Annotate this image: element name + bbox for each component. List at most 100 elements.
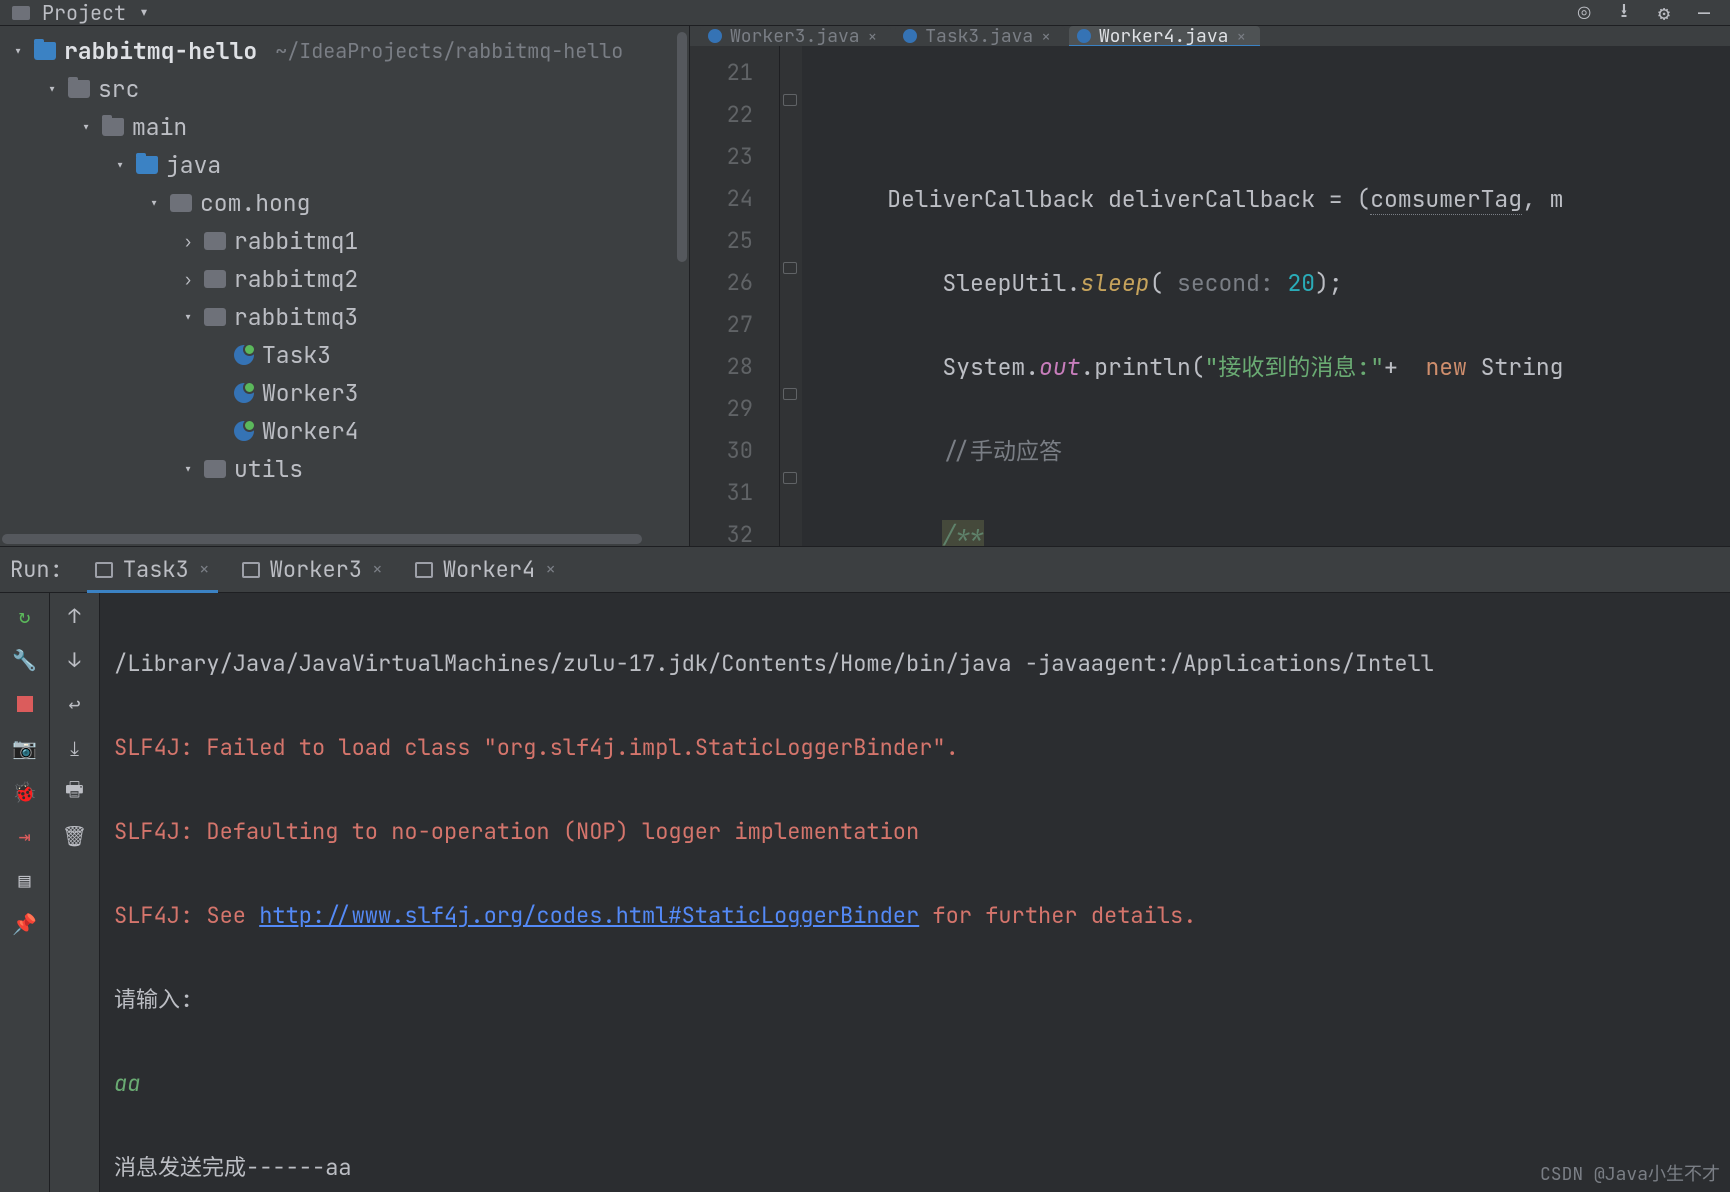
line-number: 21 <box>690 52 753 94</box>
tree-item-main[interactable]: main <box>132 112 187 142</box>
tree-item-java[interactable]: java <box>166 150 221 180</box>
close-icon[interactable]: × <box>372 558 383 581</box>
horizontal-scrollbar[interactable] <box>2 534 642 544</box>
package-icon <box>204 308 226 326</box>
project-root[interactable]: rabbitmq-hello <box>64 36 257 66</box>
code-text: new <box>1425 352 1466 382</box>
down-icon[interactable]: ↓ <box>62 647 88 673</box>
console-error-line: SLF4J: Defaulting to no-operation (NOP) … <box>114 811 1730 853</box>
fold-handle[interactable] <box>783 262 797 274</box>
package-icon <box>170 194 192 212</box>
tree-item-rabbitmq2[interactable]: rabbitmq2 <box>234 264 358 294</box>
hide-icon[interactable]: — <box>1690 3 1718 23</box>
tree-item-worker4[interactable]: Worker4 <box>262 416 359 446</box>
console-error-line: for further details. <box>919 901 1196 930</box>
chevron-down-icon[interactable]: ▾ <box>78 117 94 138</box>
project-path: ~/IdeaProjects/rabbitmq-hello <box>275 38 623 64</box>
class-icon <box>234 345 254 365</box>
package-icon <box>204 232 226 250</box>
pin-icon[interactable]: 📌 <box>12 911 38 937</box>
run-tab-worker4[interactable]: Worker4 × <box>401 547 570 593</box>
close-icon[interactable]: × <box>868 26 878 46</box>
tree-item-src[interactable]: src <box>98 74 139 104</box>
bug-icon[interactable]: 🐞 <box>12 779 38 805</box>
trash-icon[interactable]: 🗑 <box>62 823 88 849</box>
chevron-down-icon[interactable]: ▾ <box>180 307 196 328</box>
editor-tab-worker3[interactable]: Worker3.java × <box>700 26 891 46</box>
code-text: System. <box>942 352 1039 382</box>
tree-item-comhong[interactable]: com.hong <box>200 188 310 218</box>
console-error-line: SLF4J: Failed to load class "org.slf4j.i… <box>114 727 1730 769</box>
line-number: 27 <box>690 304 753 346</box>
chevron-down-icon[interactable]: ▾ <box>112 155 128 176</box>
editor-tab-label: Task3.java <box>925 26 1033 46</box>
line-number: 23 <box>690 136 753 178</box>
tree-item-worker3[interactable]: Worker3 <box>262 378 359 408</box>
rerun-icon[interactable]: ↻ <box>12 603 38 629</box>
close-icon[interactable]: × <box>1236 26 1246 46</box>
wrench-icon[interactable]: 🔧 <box>12 647 38 673</box>
chevron-down-icon[interactable]: ▾ <box>180 459 196 480</box>
package-icon <box>204 460 226 478</box>
close-icon[interactable]: × <box>545 558 556 581</box>
exit-icon[interactable]: ⇥ <box>12 823 38 849</box>
fold-handle[interactable] <box>783 472 797 484</box>
chevron-down-icon[interactable]: ▾ <box>44 79 60 100</box>
fold-handle[interactable] <box>783 94 797 106</box>
line-number: 32 <box>690 514 753 546</box>
run-tab-worker3[interactable]: Worker3 × <box>228 547 397 593</box>
java-file-icon <box>903 29 917 43</box>
tree-item-rabbitmq3[interactable]: rabbitmq3 <box>234 302 358 332</box>
project-dropdown[interactable]: Project <box>42 0 126 26</box>
tree-item-rabbitmq1[interactable]: rabbitmq1 <box>234 226 358 256</box>
locate-icon[interactable]: ◎ <box>1570 3 1598 23</box>
code-text: String <box>1467 352 1564 382</box>
stop-button[interactable] <box>12 691 38 717</box>
close-icon[interactable]: × <box>1041 26 1051 46</box>
code-text: ); <box>1315 268 1343 298</box>
console-link[interactable]: http://www.slf4j.org/codes.html#StaticLo… <box>259 901 919 930</box>
console-line: 消息发送完成------aa <box>114 1147 1730 1189</box>
chevron-down-icon[interactable]: ▾ <box>146 193 162 214</box>
fold-handle[interactable] <box>783 388 797 400</box>
print-icon[interactable]: 🖶 <box>62 779 88 805</box>
run-tab-label: Worker4 <box>443 555 535 584</box>
folder-icon <box>102 118 124 136</box>
console-line: /Library/Java/JavaVirtualMachines/zulu-1… <box>114 643 1730 685</box>
project-tree[interactable]: ▾ rabbitmq-hello ~/IdeaProjects/rabbitmq… <box>0 26 690 546</box>
tree-item-task3[interactable]: Task3 <box>262 340 331 370</box>
gear-icon[interactable]: ⚙ <box>1650 3 1678 23</box>
package-icon <box>204 270 226 288</box>
code-text: out <box>1039 352 1080 382</box>
chevron-right-icon[interactable]: › <box>180 231 196 252</box>
code-comment: //手动应答 <box>942 436 1062 466</box>
code-editor[interactable]: 21 22 23 24 25 26 27 28 29 30 31 32 <box>690 46 1730 546</box>
soft-wrap-icon[interactable]: ↩ <box>62 691 88 717</box>
close-icon[interactable]: × <box>199 558 210 581</box>
vertical-scrollbar[interactable] <box>677 32 687 262</box>
layout-icon[interactable]: ▤ <box>12 867 38 893</box>
up-icon[interactable]: ↑ <box>62 603 88 629</box>
console-input-line: aa <box>114 1063 1730 1105</box>
run-tab-task3[interactable]: Task3 × <box>81 547 224 593</box>
line-number: 31 <box>690 472 753 514</box>
run-config-icon <box>242 562 260 578</box>
line-number: 29 <box>690 388 753 430</box>
editor-tab-worker4[interactable]: Worker4.java × <box>1069 26 1260 46</box>
chevron-right-icon[interactable]: › <box>180 269 196 290</box>
console-error-line: SLF4J: See <box>114 901 259 930</box>
camera-icon[interactable]: 📷 <box>12 735 38 761</box>
chevron-down-icon[interactable]: ▾ <box>10 41 26 62</box>
editor-tab-label: Worker4.java <box>1099 26 1229 46</box>
scroll-end-icon[interactable]: ⤓ <box>62 735 88 761</box>
tree-item-utils[interactable]: utils <box>234 454 303 484</box>
code-text: sleep <box>1080 268 1149 298</box>
console-line: 请输入: <box>114 979 1730 1021</box>
code-comment: /** <box>942 520 983 546</box>
console-output[interactable]: /Library/Java/JavaVirtualMachines/zulu-1… <box>100 593 1730 1192</box>
line-gutter[interactable]: 21 22 23 24 25 26 27 28 29 30 31 32 <box>690 46 780 546</box>
fold-gutter[interactable] <box>780 46 802 546</box>
line-number: 22 <box>690 94 753 136</box>
editor-tab-task3[interactable]: Task3.java × <box>895 26 1065 46</box>
download-icon[interactable]: ⭳ <box>1610 3 1638 23</box>
